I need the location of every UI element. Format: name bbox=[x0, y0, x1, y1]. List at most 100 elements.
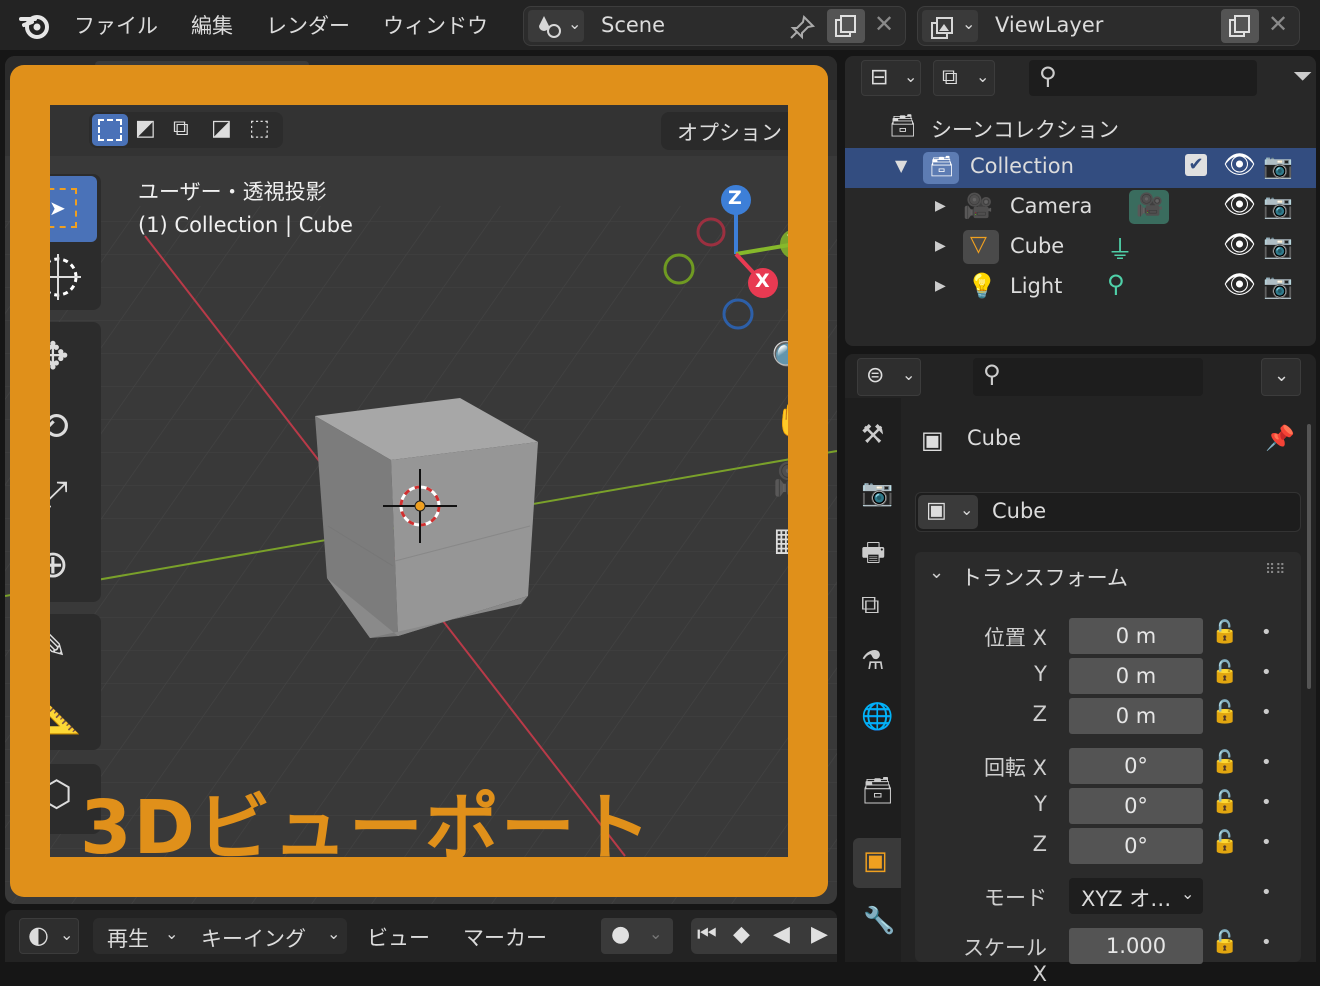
properties-search-input[interactable]: ⚲ bbox=[973, 358, 1203, 396]
filter-layer-selector[interactable]: ⧉ ⌄ bbox=[933, 60, 995, 96]
prev-keyframe-icon[interactable]: ◆ bbox=[733, 922, 750, 947]
select-extend-icon[interactable]: ◩ bbox=[135, 116, 156, 141]
lock-icon[interactable]: 🔓 bbox=[1211, 620, 1238, 645]
jump-start-icon[interactable]: ⏮ bbox=[697, 922, 717, 947]
outliner-item-camera[interactable]: ▶ 🎥 Camera 🎥 👁 📷 bbox=[845, 188, 1316, 228]
object-browse-button[interactable]: ▣ ⌄ bbox=[918, 495, 978, 529]
light-data-icon[interactable]: ⚲ bbox=[1107, 270, 1125, 298]
lock-icon[interactable]: 🔓 bbox=[1211, 700, 1238, 725]
keyframe-dot-icon[interactable]: • bbox=[1261, 702, 1272, 723]
transform-orientation-icon[interactable]: ⤡ bbox=[775, 62, 794, 90]
render-camera-icon[interactable]: 📷 bbox=[1263, 272, 1293, 300]
properties-editor-type[interactable]: ⊜ ⌄ bbox=[857, 358, 921, 396]
mesh-data-icon[interactable]: ⏚ bbox=[1107, 230, 1133, 267]
expand-arrow-icon[interactable]: ▼ bbox=[895, 156, 907, 175]
eye-icon[interactable]: 👁 bbox=[1223, 230, 1256, 260]
lock-icon[interactable]: 🔓 bbox=[1211, 930, 1238, 955]
ortho-toggle-icon[interactable]: ▦ bbox=[773, 520, 803, 558]
timeline-editor-type[interactable]: ◐ ⌄ bbox=[19, 918, 79, 954]
gizmo-y-label[interactable]: Y bbox=[787, 231, 801, 253]
pin-icon[interactable]: 📌 bbox=[1265, 424, 1295, 452]
gizmo-x-label[interactable]: X bbox=[755, 270, 770, 292]
menu-keying[interactable]: キーイング bbox=[201, 923, 306, 953]
menu-render[interactable]: レンダー bbox=[266, 10, 350, 40]
scale-tool[interactable]: ⤢ bbox=[21, 464, 97, 530]
menu-window[interactable]: ウィンドウ bbox=[383, 10, 488, 40]
expand-arrow-icon[interactable]: ▶ bbox=[935, 198, 946, 214]
menu-playback[interactable]: 再生 bbox=[107, 923, 149, 953]
keyframe-dot-icon[interactable]: • bbox=[1261, 832, 1272, 853]
tab-render[interactable]: 📷 bbox=[853, 470, 901, 520]
rotation-z-field[interactable]: 0° bbox=[1069, 828, 1203, 864]
scene-collection-row[interactable]: 🗃 シーンコレクション bbox=[845, 108, 1316, 148]
keyframe-dot-icon[interactable]: • bbox=[1261, 932, 1272, 953]
expand-arrow-icon[interactable]: ▶ bbox=[935, 238, 946, 254]
lock-icon[interactable]: 🔓 bbox=[1211, 750, 1238, 775]
annotate-tool[interactable]: ✎ bbox=[21, 616, 97, 682]
tab-view-layer[interactable]: ⧉ bbox=[853, 582, 901, 632]
rotation-y-field[interactable]: 0° bbox=[1069, 788, 1203, 824]
gizmo-z-label[interactable]: Z bbox=[728, 187, 742, 209]
keyframe-dot-icon[interactable]: • bbox=[1261, 752, 1272, 773]
select-subtract-icon[interactable]: ⧉ bbox=[173, 116, 189, 141]
keyframe-dot-icon[interactable]: • bbox=[1261, 792, 1272, 813]
pin-icon[interactable] bbox=[788, 14, 816, 40]
menu-select[interactable]: 選択 bbox=[435, 64, 477, 94]
menu-file[interactable]: ファイル bbox=[74, 10, 158, 40]
menu-marker[interactable]: マーカー bbox=[463, 922, 547, 952]
menu-object[interactable]: オブジェクト bbox=[585, 64, 711, 94]
keyframe-dot-icon[interactable]: • bbox=[1261, 622, 1272, 643]
tab-output[interactable]: 🖶 bbox=[853, 526, 901, 576]
view-layer-name[interactable]: ViewLayer bbox=[995, 13, 1103, 37]
mode-selector[interactable]: ▣ オブジェク… ⌄ bbox=[95, 61, 309, 95]
filter-icon[interactable]: ⏷ bbox=[1293, 62, 1312, 90]
scale-x-field[interactable]: 1.000 bbox=[1069, 928, 1203, 964]
lock-icon[interactable]: 🔓 bbox=[1211, 790, 1238, 815]
zoom-icon[interactable]: 🔍 bbox=[771, 340, 813, 380]
editor-type-icon[interactable]: ⌗⌄ bbox=[27, 64, 58, 89]
lock-icon[interactable]: 🔓 bbox=[1211, 830, 1238, 855]
measure-tool[interactable]: 📐 bbox=[21, 684, 97, 750]
outliner-item-cube[interactable]: ▶ ▽ Cube ⏚ 👁 📷 bbox=[845, 228, 1316, 268]
transform-panel-header[interactable]: ⌄ トランスフォーム ⠿⠿ bbox=[915, 552, 1301, 600]
view-layer-browse-button[interactable]: ⌄ bbox=[922, 10, 978, 42]
scene-browse-button[interactable]: ⌄ bbox=[528, 10, 584, 42]
select-intersect-icon[interactable]: ⬚ bbox=[249, 116, 270, 141]
cursor-tool[interactable] bbox=[21, 244, 97, 310]
rotation-mode-dropdown[interactable]: XYZ オ… ⌄ bbox=[1069, 878, 1203, 914]
tab-world[interactable]: 🌐 bbox=[853, 694, 901, 744]
tab-collection[interactable]: 🗃 bbox=[853, 768, 901, 818]
transform-tool[interactable]: ⊕ bbox=[21, 534, 97, 600]
camera-view-icon[interactable]: 🎥 bbox=[773, 460, 813, 498]
rotate-tool[interactable]: ⟲ bbox=[21, 394, 97, 460]
display-mode-selector[interactable]: ⊟ ⌄ bbox=[861, 60, 921, 96]
render-camera-icon[interactable]: 📷 bbox=[1263, 232, 1293, 260]
options-button[interactable]: オプション ⌄ bbox=[661, 112, 826, 150]
pan-hand-icon[interactable]: ✋ bbox=[773, 400, 815, 440]
move-tool[interactable]: ✥ bbox=[21, 324, 97, 390]
location-z-field[interactable]: 0 m bbox=[1069, 698, 1203, 734]
tab-modifiers[interactable]: 🔧 bbox=[853, 898, 901, 948]
keyframe-dot-icon[interactable]: • bbox=[1261, 662, 1272, 683]
outliner-search-input[interactable]: ⚲ bbox=[1029, 60, 1257, 96]
menu-add[interactable]: 追加 bbox=[510, 64, 552, 94]
sidebar-toggle-icon[interactable]: ‹ bbox=[821, 186, 830, 211]
menu-view[interactable]: ビュー bbox=[339, 64, 402, 94]
menu-view[interactable]: ビュー bbox=[367, 922, 430, 952]
location-x-field[interactable]: 0 m bbox=[1069, 618, 1203, 654]
play-reverse-icon[interactable]: ◀ bbox=[773, 922, 790, 947]
location-y-field[interactable]: 0 m bbox=[1069, 658, 1203, 694]
select-difference-icon[interactable]: ◪ bbox=[211, 116, 232, 141]
properties-options-button[interactable]: ⌄ bbox=[1261, 358, 1301, 396]
tab-scene[interactable]: ⚗ bbox=[853, 638, 901, 688]
drag-handle-icon[interactable]: ⠿⠿ bbox=[1265, 562, 1286, 578]
collection-row[interactable]: ▼ 🗃 Collection ✔ 👁 📷 bbox=[845, 148, 1316, 188]
select-box-tool[interactable]: ➤ bbox=[21, 176, 97, 242]
play-icon[interactable]: ▶ bbox=[811, 922, 828, 947]
close-icon[interactable]: ✕ bbox=[1268, 10, 1288, 38]
eye-icon[interactable]: 👁 bbox=[1223, 190, 1256, 220]
select-new-button[interactable] bbox=[92, 114, 128, 146]
keyframe-dot-icon[interactable]: • bbox=[1261, 882, 1272, 903]
menu-edit[interactable]: 編集 bbox=[191, 10, 233, 40]
outliner-item-light[interactable]: ▶ 💡 Light ⚲ 👁 📷 bbox=[845, 268, 1316, 308]
